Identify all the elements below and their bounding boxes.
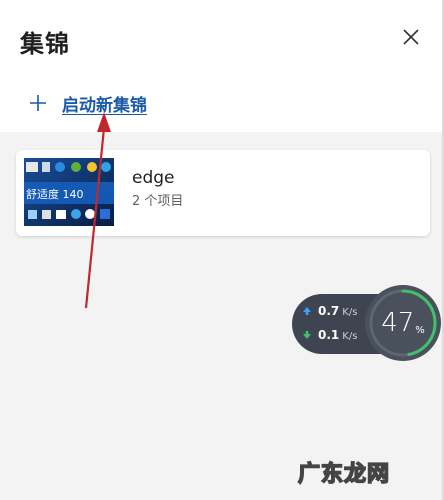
arrow-down-icon <box>303 331 311 339</box>
watermark-text: 广东龙网 <box>297 461 391 488</box>
close-icon <box>403 29 419 45</box>
thumbnail-text: 舒适度 140 <box>26 187 84 201</box>
collection-name: edge <box>132 168 175 188</box>
collection-thumbnail: 舒适度 140 <box>24 158 114 226</box>
close-button[interactable] <box>398 24 424 50</box>
usage-value: 47 <box>381 308 415 338</box>
arrow-up-icon <box>303 307 311 315</box>
upload-speed-row: 0.7 K/s <box>302 304 357 318</box>
plus-icon <box>30 95 46 111</box>
start-new-collection-label: 启动新集锦 <box>62 95 147 116</box>
usage-unit: % <box>415 325 425 336</box>
usage-gauge-label: 47 % <box>364 284 442 362</box>
panel-title: 集锦 <box>20 30 70 58</box>
start-new-collection-button[interactable]: 启动新集锦 <box>28 88 147 118</box>
download-speed-unit: K/s <box>342 331 358 342</box>
download-speed-value: 0.1 <box>318 328 340 342</box>
upload-speed-unit: K/s <box>342 307 358 318</box>
collection-item-count: 2 个项目 <box>132 194 184 209</box>
download-speed-row: 0.1 K/s <box>302 328 357 342</box>
collection-card-edge[interactable]: 舒适度 140 edge 2 个项目 <box>16 150 430 236</box>
thumbnail-image: 舒适度 140 <box>24 158 114 226</box>
upload-speed-value: 0.7 <box>318 304 340 318</box>
